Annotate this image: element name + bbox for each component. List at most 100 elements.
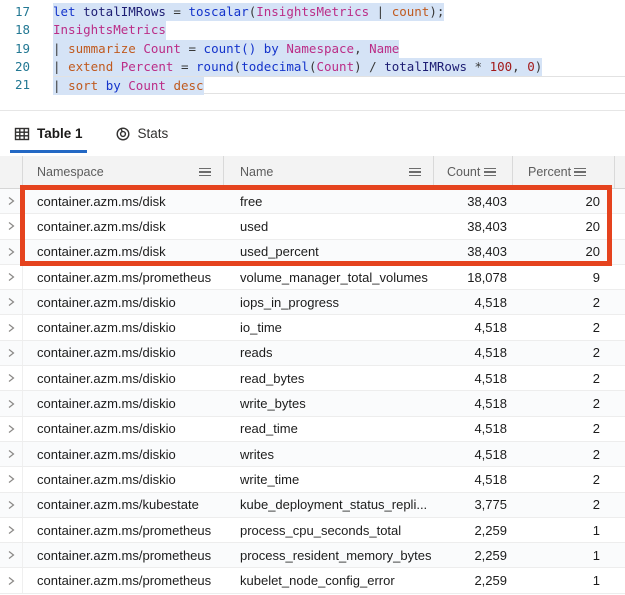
table-row[interactable]: container.azm.ms/diskio write_bytes 4,518 2 [0,391,625,417]
code-text[interactable]: | sort by Count desc [53,76,625,96]
line-number: 21 [14,77,30,93]
name-cell: iops_in_progress [240,294,340,310]
table-row[interactable]: container.azm.ms/diskio reads 4,518 2 [0,340,625,367]
tab-table-1[interactable]: Table 1 [10,111,87,156]
chevron-right-icon[interactable] [0,264,23,290]
table-row[interactable]: container.azm.ms/diskio read_bytes 4,518 2 [0,366,625,392]
table-grid-icon [14,126,30,142]
percent-cell: 20 [585,193,600,209]
table-row[interactable]: container.azm.ms/disk used_percent 38,403 2… [0,239,625,265]
percent-cell: 9 [592,269,600,285]
code-text[interactable]: let totalIMRows = toscalar(InsightsMetri… [53,3,625,22]
name-cell: kube_deployment_status_repli... [240,497,428,513]
chevron-right-icon[interactable] [0,543,23,568]
namespace-cell: container.azm.ms/diskio [37,396,176,412]
code-line-20[interactable]: 20 | extend Percent = round(todecimal(Cou… [0,57,625,77]
code-text[interactable]: | extend Percent = round(todecimal(Count… [53,57,625,77]
grid-body: container.azm.ms/disk free 38,403 20 contain… [0,185,625,594]
chevron-right-icon[interactable] [0,366,23,391]
column-header-namespace-label: Namespace [37,165,104,179]
namespace-cell: container.azm.ms/prometheus [37,547,212,563]
name-cell: write_bytes [240,396,306,412]
chevron-right-icon[interactable] [0,568,23,593]
tab-stats-label: Stats [137,126,169,141]
percent-column-menu-icon[interactable] [574,166,586,179]
name-cell: used_percent [240,244,319,260]
percent-cell: 20 [585,218,600,234]
table-row[interactable]: container.azm.ms/prometheus process_cpu_s… [0,517,625,544]
count-cell: 2,259 [474,547,507,563]
namespace-cell: container.azm.ms/prometheus [37,573,212,589]
chevron-right-icon[interactable] [0,290,23,315]
expand-column-header [0,156,23,188]
count-cell: 4,518 [474,320,507,336]
chevron-right-icon[interactable] [0,340,23,366]
code-line-21[interactable]: 21 | sort by Count desc [0,76,625,96]
namespace-cell: container.azm.ms/diskio [37,370,176,386]
namespace-cell: container.azm.ms/kubestate [37,497,199,513]
chevron-right-icon[interactable] [0,416,23,441]
chevron-right-icon[interactable] [0,441,23,467]
table-row[interactable]: container.azm.ms/diskio iops_in_progress 4… [0,290,625,316]
column-header-count[interactable]: Count [434,156,513,188]
header-spacer [615,156,625,188]
count-column-menu-icon[interactable] [484,166,496,179]
column-header-name[interactable]: Name [224,156,434,188]
code-line-18[interactable]: 18 InsightsMetrics [0,21,625,40]
namespace-cell: container.azm.ms/disk [37,244,166,260]
chevron-right-icon[interactable] [0,517,23,543]
count-cell: 4,518 [474,471,507,487]
chevron-right-icon[interactable] [0,492,23,517]
code-text[interactable]: | summarize Count = count() by Namespace… [53,39,625,58]
table-row[interactable]: container.azm.ms/disk free 38,403 20 [0,189,625,215]
table-row[interactable]: container.azm.ms/diskio read_time 4,518 2 [0,416,625,442]
tab-stats[interactable]: Stats [113,111,171,156]
chevron-right-icon[interactable] [0,214,23,239]
count-cell: 2,259 [474,573,507,589]
percent-cell: 2 [592,497,600,513]
results-tab-bar: Table 1 Stats [0,111,625,156]
code-text[interactable]: InsightsMetrics [53,21,625,40]
namespace-cell: container.azm.ms/prometheus [37,522,212,538]
table-row[interactable]: container.azm.ms/diskio io_time 4,518 2 [0,315,625,341]
name-column-menu-icon[interactable] [409,166,421,179]
chevron-right-icon[interactable] [0,189,23,214]
column-header-percent-label: Percent [528,165,572,179]
namespace-cell: container.azm.ms/diskio [37,446,176,462]
namespace-cell: container.azm.ms/diskio [37,320,176,336]
name-cell: process_resident_memory_bytes [240,547,432,563]
count-cell: 4,518 [474,370,507,386]
count-cell: 2,259 [474,522,507,538]
count-cell: 4,518 [474,345,507,361]
chevron-right-icon[interactable] [0,467,23,492]
table-row[interactable]: container.azm.ms/prometheus volume_manage… [0,264,625,291]
namespace-cell: container.azm.ms/diskio [37,471,176,487]
column-header-percent[interactable]: Percent [513,156,615,188]
table-row[interactable]: container.azm.ms/prometheus process_resid… [0,543,625,569]
count-cell: 38,403 [467,218,507,234]
table-row[interactable]: container.azm.ms/disk used 38,403 20 [0,214,625,240]
chevron-right-icon[interactable] [0,239,23,264]
table-row[interactable]: container.azm.ms/prometheus kubelet_node_… [0,568,625,594]
percent-cell: 2 [592,320,600,336]
count-cell: 4,518 [474,421,507,437]
namespace-cell: container.azm.ms/diskio [37,345,176,361]
code-line-17[interactable]: 17 let totalIMRows = toscalar(InsightsMet… [0,3,625,22]
column-header-namespace[interactable]: Namespace [23,156,224,188]
query-editor[interactable]: 17 let totalIMRows = toscalar(InsightsMet… [0,0,625,111]
namespace-column-menu-icon[interactable] [199,166,211,179]
percent-cell: 1 [592,522,600,538]
chevron-right-icon[interactable] [0,315,23,340]
chevron-right-icon[interactable] [0,391,23,416]
name-cell: reads [240,345,273,361]
line-number: 20 [14,58,30,74]
percent-cell: 2 [592,421,600,437]
table-row[interactable]: container.azm.ms/diskio write_time 4,518 2 [0,467,625,493]
table-row[interactable]: container.azm.ms/diskio writes 4,518 2 [0,441,625,468]
namespace-cell: container.azm.ms/diskio [37,294,176,310]
name-cell: process_cpu_seconds_total [240,522,402,538]
namespace-cell: container.azm.ms/prometheus [37,269,212,285]
name-cell: read_time [240,421,298,437]
code-line-19[interactable]: 19 | summarize Count = count() by Namespa… [0,39,625,58]
table-row[interactable]: container.azm.ms/kubestate kube_deploymen… [0,492,625,518]
